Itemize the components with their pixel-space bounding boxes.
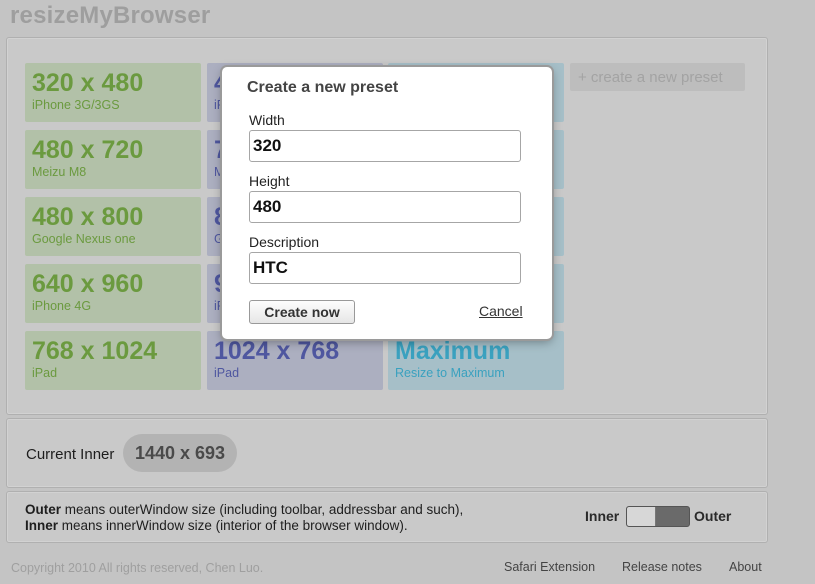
cancel-link[interactable]: Cancel: [479, 303, 523, 319]
preset-desc: iPhone 3G/3GS: [32, 98, 120, 112]
preset-tile[interactable]: 320 x 480 iPhone 3G/3GS: [25, 63, 201, 122]
preset-size: 768 x 1024: [32, 337, 158, 365]
inner-term: Inner: [25, 518, 59, 533]
preset-tile-maximum[interactable]: Maximum Resize to Maximum: [388, 331, 564, 390]
outer-text: means outerWindow size (including toolba…: [61, 502, 464, 517]
preset-desc: Google Nexus one: [32, 232, 136, 246]
description-label: Description: [249, 234, 320, 250]
current-size-panel: [6, 418, 768, 488]
preset-size: 1024 x 768: [214, 337, 340, 365]
preset-tile[interactable]: 480 x 800 Google Nexus one: [25, 197, 201, 256]
current-size-value: 1440 x 693: [123, 434, 237, 472]
preset-tile[interactable]: 640 x 960 iPhone 4G: [25, 264, 201, 323]
preset-desc: iPad: [214, 366, 240, 380]
preset-desc: Resize to Maximum: [395, 366, 505, 380]
preset-size: 320 x 480: [32, 69, 144, 97]
toggle-outer-label: Outer: [694, 508, 732, 524]
create-preset-dialog: Create a new preset Width Height Descrip…: [222, 67, 552, 339]
preset-size: 640 x 960: [32, 270, 144, 298]
footer-link-safari-extension[interactable]: Safari Extension: [504, 560, 595, 574]
create-now-button[interactable]: Create now: [249, 300, 355, 324]
preset-desc: Meizu M8: [32, 165, 87, 179]
inner-text: means innerWindow size (interior of the …: [58, 518, 408, 533]
preset-tile[interactable]: 768 x 1024 iPad: [25, 331, 201, 390]
app-title: resizeMyBrowser: [10, 2, 211, 29]
toggle-inner-label: Inner: [585, 508, 620, 524]
current-size-label: Current Inner: [26, 446, 115, 463]
description-input[interactable]: [249, 252, 521, 284]
copyright: Copyright 2010 All rights reserved, Chen…: [11, 561, 264, 575]
outer-term: Outer: [25, 502, 62, 517]
width-label: Width: [249, 112, 285, 128]
preset-size: Maximum: [395, 337, 511, 365]
preset-tile[interactable]: 480 x 720 Meizu M8: [25, 130, 201, 189]
footer-link-release-notes[interactable]: Release notes: [622, 560, 702, 574]
footer-link-about[interactable]: About: [729, 560, 762, 574]
width-input[interactable]: [249, 130, 521, 162]
dialog-title: Create a new preset: [247, 79, 399, 96]
outer-explanation: Outer means outerWindow size (including …: [25, 502, 463, 517]
preset-desc: iPhone 4G: [32, 299, 92, 313]
preset-tile[interactable]: 1024 x 768 iPad: [207, 331, 383, 390]
toggle-knob[interactable]: [627, 507, 656, 526]
preset-size: 480 x 720: [32, 136, 144, 164]
height-input[interactable]: [249, 191, 521, 223]
inner-explanation: Inner means innerWindow size (interior o…: [25, 518, 408, 533]
preset-size: 480 x 800: [32, 203, 144, 231]
create-preset-link[interactable]: + create a new preset: [570, 63, 745, 91]
inner-outer-toggle[interactable]: [626, 506, 690, 527]
height-label: Height: [249, 173, 290, 189]
preset-desc: iPad: [32, 366, 58, 380]
